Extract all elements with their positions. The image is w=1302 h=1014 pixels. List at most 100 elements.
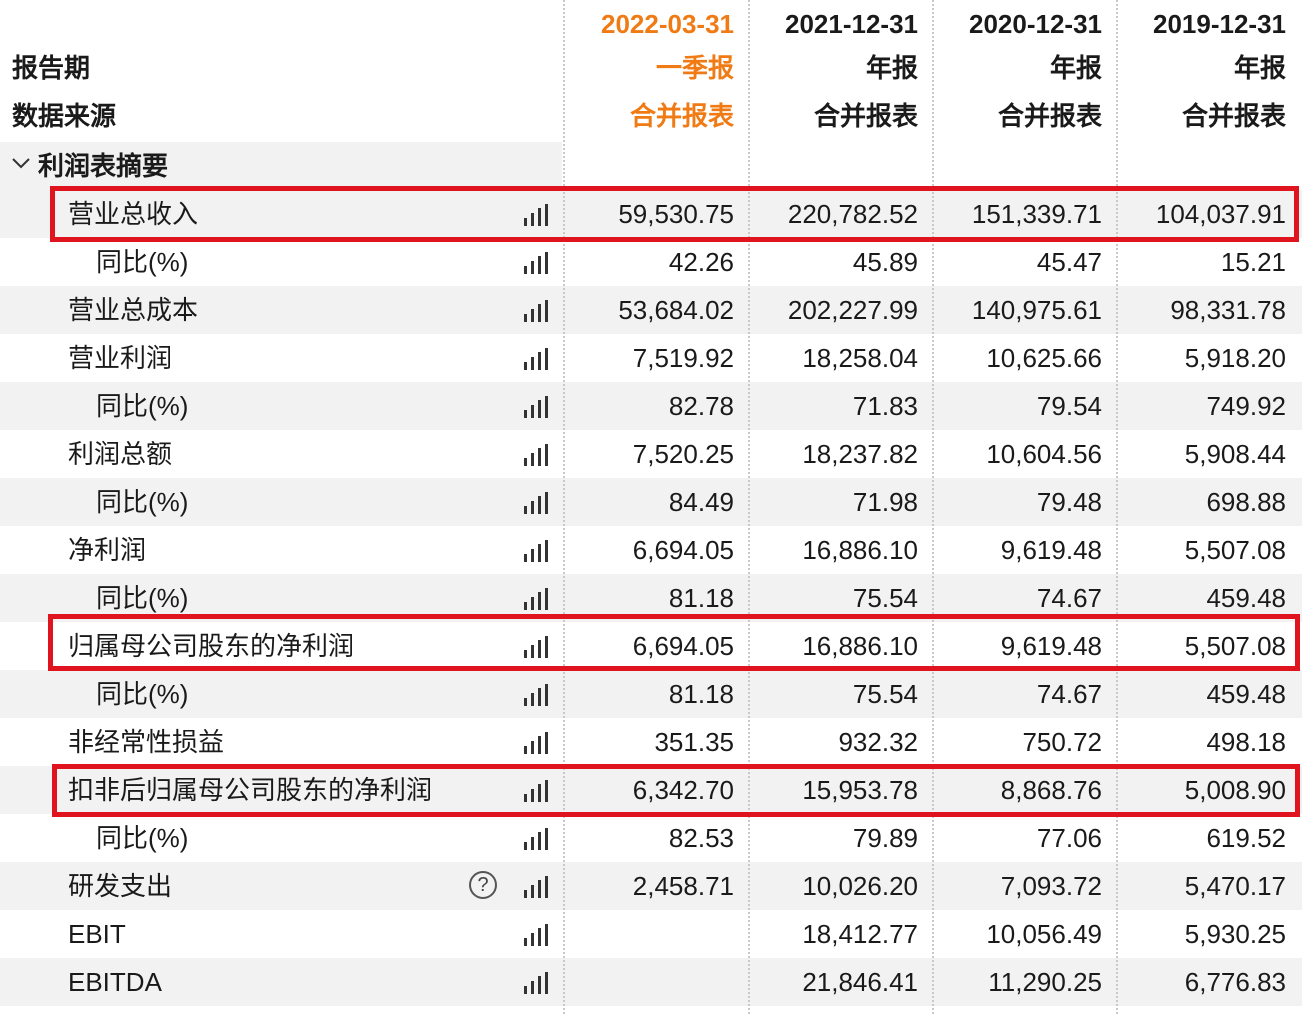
bar-chart-icon[interactable] [522, 972, 548, 994]
value-cell: 79.89 [852, 823, 918, 853]
table-row[interactable]: 营业利润 7,519.92 18,258.04 10,625.66 5,918.20 [0, 334, 1302, 382]
bar-chart-icon[interactable] [522, 732, 548, 754]
value-cell: 75.54 [852, 583, 918, 613]
value-cell: 5,008.90 [1184, 775, 1286, 805]
row-label: 扣非后归属母公司股东的净利润 [68, 775, 433, 805]
report-type-1: 一季报 [655, 53, 734, 83]
bar-chart-icon[interactable] [522, 396, 548, 418]
help-icon[interactable]: ? [469, 871, 497, 899]
column-divider [1116, 0, 1118, 1014]
value-cell: 71.83 [852, 391, 918, 421]
value-cell: 2,458.71 [632, 871, 734, 901]
table-row[interactable]: 同比(%) 42.26 45.89 45.47 15.21 [0, 238, 1302, 286]
value-cell: 77.06 [1036, 823, 1102, 853]
report-type-4: 年报 [1233, 53, 1286, 83]
bar-chart-icon[interactable] [522, 924, 548, 946]
value-cell: 140,975.61 [971, 295, 1102, 325]
table-row[interactable]: 同比(%) 82.53 79.89 77.06 619.52 [0, 814, 1302, 862]
value-cell: 10,026.20 [802, 871, 918, 901]
table-row[interactable]: 非经常性损益 351.35 932.32 750.72 498.18 [0, 718, 1302, 766]
period-header-4[interactable]: 2019-12-31 [1110, 0, 1286, 48]
value-cell: 59,530.75 [618, 199, 734, 229]
value-cell: 81.18 [668, 583, 734, 613]
value-cell: 498.18 [1206, 727, 1286, 757]
bar-chart-icon[interactable] [522, 348, 548, 370]
bar-chart-icon[interactable] [522, 252, 548, 274]
row-label: 营业总收入 [68, 199, 199, 229]
bar-chart-icon[interactable] [522, 876, 548, 898]
period-header-1[interactable]: 2022-03-31 [558, 0, 734, 48]
bar-chart-icon[interactable] [522, 540, 548, 562]
table-row[interactable]: EBITDA 21,846.41 11,290.25 6,776.83 [0, 958, 1302, 1006]
data-source-4: 合并报表 [1181, 101, 1286, 131]
bar-chart-icon[interactable] [522, 444, 548, 466]
value-cell: 74.67 [1036, 583, 1102, 613]
table-row[interactable]: 营业总成本 53,684.02 202,227.99 140,975.61 98,331… [0, 286, 1302, 334]
table-row[interactable]: 同比(%) 81.18 75.54 74.67 459.48 [0, 574, 1302, 622]
value-cell: 15,953.78 [802, 775, 918, 805]
table-row[interactable]: 归属母公司股东的净利润 6,694.05 16,886.10 9,619.48 5,50… [0, 622, 1302, 670]
value-cell: 932.32 [838, 727, 918, 757]
value-cell: 45.47 [1036, 247, 1102, 277]
table-row[interactable]: 同比(%) 81.18 75.54 74.67 459.48 [0, 670, 1302, 718]
value-cell: 18,258.04 [802, 343, 918, 373]
value-cell: 81.18 [668, 679, 734, 709]
value-cell: 5,908.44 [1184, 439, 1286, 469]
value-cell: 79.54 [1036, 391, 1102, 421]
value-cell: 351.35 [654, 727, 734, 757]
value-cell: 5,507.08 [1184, 535, 1286, 565]
row-label: 同比(%) [96, 583, 189, 613]
bar-chart-icon[interactable] [522, 588, 548, 610]
table-row[interactable]: EBIT 18,412.77 10,056.49 5,930.25 [0, 910, 1302, 958]
column-divider [748, 0, 750, 1014]
table-row[interactable]: 利润总额 7,520.25 18,237.82 10,604.56 5,908.44 [0, 430, 1302, 478]
value-cell: 21,846.41 [802, 967, 918, 997]
value-cell [558, 910, 734, 958]
table-row[interactable]: 营业总收入 59,530.75 220,782.52 151,339.71 104,03… [0, 190, 1302, 238]
bar-chart-icon[interactable] [522, 828, 548, 850]
value-cell: 10,604.56 [986, 439, 1102, 469]
bar-chart-icon[interactable] [522, 780, 548, 802]
data-source-1: 合并报表 [629, 101, 734, 131]
table-row[interactable]: 扣非后归属母公司股东的净利润 6,342.70 15,953.78 8,868.76 5… [0, 766, 1302, 814]
header-data-source-row: 数据来源 合并报表 合并报表 合并报表 合并报表 [0, 92, 1302, 140]
chevron-down-icon[interactable] [10, 152, 32, 174]
value-cell: 15.21 [1220, 247, 1286, 277]
value-cell: 5,470.17 [1184, 871, 1286, 901]
row-label: 同比(%) [96, 823, 189, 853]
bar-chart-icon[interactable] [522, 204, 548, 226]
section-title: 利润表摘要 [38, 151, 169, 181]
value-cell: 749.92 [1206, 391, 1286, 421]
value-cell: 10,625.66 [986, 343, 1102, 373]
bar-chart-icon[interactable] [522, 684, 548, 706]
value-cell: 7,519.92 [632, 343, 734, 373]
bar-chart-icon[interactable] [522, 636, 548, 658]
period-header-2[interactable]: 2021-12-31 [742, 0, 918, 48]
report-type-2: 年报 [865, 53, 918, 83]
row-label: EBIT [68, 919, 126, 949]
table-row[interactable]: 研发支出? 2,458.71 10,026.20 7,093.72 5,470.17 [0, 862, 1302, 910]
value-cell: 11,290.25 [988, 967, 1102, 997]
table-row[interactable]: 净利润 6,694.05 16,886.10 9,619.48 5,507.08 [0, 526, 1302, 574]
row-label: 非经常性损益 [68, 727, 225, 757]
value-cell: 7,520.25 [632, 439, 734, 469]
table-row[interactable]: 同比(%) 84.49 71.98 79.48 698.88 [0, 478, 1302, 526]
row-label: 营业利润 [68, 343, 173, 373]
row-label: 同比(%) [96, 391, 189, 421]
period-header-3[interactable]: 2020-12-31 [926, 0, 1102, 48]
value-cell: 10,056.49 [986, 919, 1102, 949]
row-label: 同比(%) [96, 487, 189, 517]
bar-chart-icon[interactable] [522, 492, 548, 514]
value-cell: 698.88 [1206, 487, 1286, 517]
section-header[interactable]: 利润表摘要 [0, 142, 562, 190]
data-source-3: 合并报表 [997, 101, 1102, 131]
column-divider [932, 0, 934, 1014]
value-cell: 16,886.10 [802, 535, 918, 565]
bar-chart-icon[interactable] [522, 300, 548, 322]
table-row[interactable]: 同比(%) 82.78 71.83 79.54 749.92 [0, 382, 1302, 430]
value-cell: 45.89 [852, 247, 918, 277]
value-cell: 84.49 [668, 487, 734, 517]
value-cell: 53,684.02 [618, 295, 734, 325]
value-cell: 220,782.52 [787, 199, 918, 229]
value-cell: 75.54 [852, 679, 918, 709]
